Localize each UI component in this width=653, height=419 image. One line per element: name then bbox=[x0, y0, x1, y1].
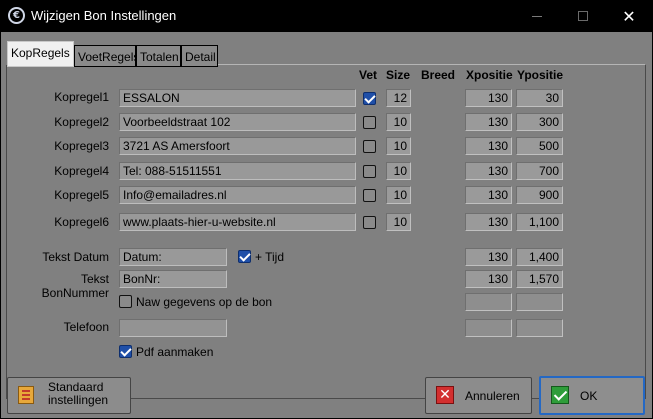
cancel-icon: ✕ bbox=[436, 386, 454, 404]
settings-list-icon bbox=[18, 386, 34, 404]
dialog-body: KopRegels VoetRegels Totalen Detail Vet … bbox=[1, 32, 652, 418]
telefoon-xpositie-input[interactable] bbox=[465, 319, 512, 337]
naw-ypositie-input[interactable] bbox=[516, 293, 563, 311]
vet-checkbox[interactable] bbox=[363, 216, 376, 229]
size-input[interactable]: 10 bbox=[386, 162, 411, 180]
telefoon-ypositie-input[interactable] bbox=[516, 319, 563, 337]
kopregel-input[interactable]: www.plaats-hier-u-website.nl bbox=[119, 213, 356, 231]
kopregel-input[interactable]: Voorbeeldstraat 102 bbox=[119, 113, 356, 131]
size-input[interactable]: 10 bbox=[386, 137, 411, 155]
minimize-icon bbox=[532, 15, 542, 17]
vet-checkbox[interactable] bbox=[363, 189, 376, 202]
ypositie-input[interactable]: 500 bbox=[516, 137, 563, 155]
ok-label: OK bbox=[580, 389, 598, 403]
pdf-label: Pdf aanmaken bbox=[136, 345, 214, 359]
vet-checkbox[interactable] bbox=[363, 92, 376, 105]
ok-button[interactable]: OK bbox=[539, 376, 645, 415]
close-icon: ✕ bbox=[622, 6, 636, 26]
bonnummer-xpositie-input[interactable]: 130 bbox=[465, 270, 512, 288]
ypositie-input[interactable]: 700 bbox=[516, 162, 563, 180]
header-size: Size bbox=[386, 68, 411, 82]
xpositie-input[interactable]: 130 bbox=[465, 213, 512, 231]
xpositie-input[interactable]: 130 bbox=[465, 113, 512, 131]
tijd-label: + Tijd bbox=[255, 250, 285, 264]
tekst-datum-label: Tekst Datum bbox=[42, 250, 109, 264]
header-breed: Breed bbox=[421, 68, 456, 82]
kopregel-input[interactable]: ESSALON bbox=[119, 89, 356, 107]
header-ypositie: Ypositie bbox=[517, 68, 564, 82]
maximize-button[interactable] bbox=[560, 0, 606, 32]
datum-ypositie-input[interactable]: 1,400 bbox=[516, 248, 563, 266]
xpositie-input[interactable]: 130 bbox=[465, 162, 512, 180]
naw-label: Naw gegevens op de bon bbox=[136, 295, 273, 309]
kopregel-input[interactable]: Tel: 088-51511551 bbox=[119, 162, 356, 180]
annuleren-label: Annuleren bbox=[465, 389, 520, 403]
kopregel-label: Kopregel6 bbox=[54, 215, 109, 229]
tab-voetregels[interactable]: VoetRegels bbox=[74, 45, 139, 67]
size-input[interactable]: 10 bbox=[386, 113, 411, 131]
kopregel-input[interactable]: 3721 AS Amersfoort bbox=[119, 137, 356, 155]
kopregel-label: Kopregel2 bbox=[54, 115, 109, 129]
minimize-button[interactable] bbox=[514, 0, 560, 32]
tekst-bonnummer-label: Tekst BonNummer bbox=[41, 272, 109, 300]
tab-kopregels[interactable]: KopRegels bbox=[7, 41, 74, 67]
header-xpositie: Xpositie bbox=[466, 68, 513, 82]
kopregel-label: Kopregel1 bbox=[54, 90, 109, 104]
window-title: Wijzigen Bon Instellingen bbox=[31, 8, 177, 23]
tekst-datum-input[interactable]: Datum: bbox=[119, 248, 227, 266]
naw-xpositie-input[interactable] bbox=[465, 293, 512, 311]
header-vet: Vet bbox=[359, 68, 378, 82]
xpositie-input[interactable]: 130 bbox=[465, 186, 512, 204]
telefoon-label: Telefoon bbox=[63, 320, 109, 334]
kopregel-label: Kopregel5 bbox=[54, 188, 109, 202]
kopregel-label: Kopregel3 bbox=[54, 139, 109, 153]
ypositie-input[interactable]: 30 bbox=[516, 89, 563, 107]
telefoon-input[interactable] bbox=[119, 319, 227, 337]
naw-checkbox[interactable] bbox=[119, 295, 132, 308]
datum-xpositie-input[interactable]: 130 bbox=[465, 248, 512, 266]
vet-checkbox[interactable] bbox=[363, 140, 376, 153]
tab-detail[interactable]: Detail bbox=[181, 45, 218, 67]
checkmark-icon bbox=[551, 386, 569, 404]
annuleren-button[interactable]: ✕ Annuleren bbox=[425, 377, 532, 414]
pdf-checkbox[interactable] bbox=[119, 345, 132, 358]
title-bar: € Wijzigen Bon Instellingen ✕ bbox=[0, 0, 653, 32]
size-input[interactable]: 12 bbox=[386, 89, 411, 107]
kopregel-label: Kopregel4 bbox=[54, 164, 109, 178]
ypositie-input[interactable]: 1,100 bbox=[516, 213, 563, 231]
app-logo-icon: € bbox=[8, 7, 25, 24]
kopregel-input[interactable]: Info@emailadres.nl bbox=[119, 186, 356, 204]
vet-checkbox[interactable] bbox=[363, 165, 376, 178]
xpositie-input[interactable]: 130 bbox=[465, 89, 512, 107]
standaard-instellingen-button[interactable]: Standaard instellingen bbox=[7, 377, 131, 414]
close-button[interactable]: ✕ bbox=[606, 0, 652, 32]
vet-checkbox[interactable] bbox=[363, 116, 376, 129]
tekst-bonnummer-input[interactable]: BonNr: bbox=[119, 270, 227, 288]
maximize-icon bbox=[578, 11, 588, 21]
tab-totalen[interactable]: Totalen bbox=[136, 45, 181, 67]
size-input[interactable]: 10 bbox=[386, 213, 411, 231]
size-input[interactable]: 10 bbox=[386, 186, 411, 204]
xpositie-input[interactable]: 130 bbox=[465, 137, 512, 155]
standaard-instellingen-label: Standaard instellingen bbox=[48, 380, 109, 407]
bonnummer-ypositie-input[interactable]: 1,570 bbox=[516, 270, 563, 288]
tijd-checkbox[interactable] bbox=[238, 250, 251, 263]
ypositie-input[interactable]: 300 bbox=[516, 113, 563, 131]
ypositie-input[interactable]: 900 bbox=[516, 186, 563, 204]
